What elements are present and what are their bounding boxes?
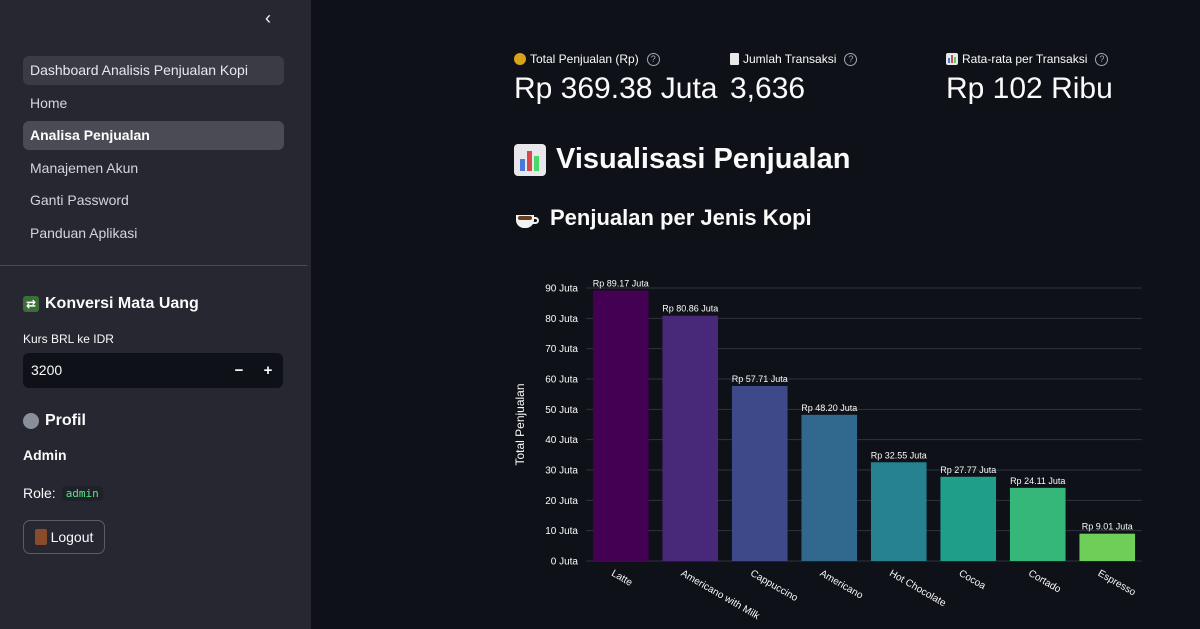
receipt-icon (730, 53, 739, 65)
metric-total-penjualan: Total Penjualan (Rp) ? Rp 369.38 Juta (514, 52, 717, 106)
bar-chart-icon (514, 143, 546, 176)
role-label: Role: (23, 485, 56, 501)
x-tick-label: Americano (818, 568, 865, 602)
sidebar-item-home[interactable]: Home (23, 89, 284, 118)
increment-button[interactable]: + (254, 353, 282, 388)
metric-value: Rp 369.38 Juta (514, 72, 718, 105)
metric-value: 3,636 (730, 72, 806, 105)
sidebar-nav: Dashboard Analisis Penjualan Kopi Home A… (23, 56, 284, 251)
metric-rata-rata: Rata-rata per Transaksi ? Rp 102 Ribu (946, 52, 1113, 106)
help-icon[interactable]: ? (646, 52, 660, 66)
bar-data-label: Rp 57.71 Juta (732, 374, 788, 384)
x-tick-label: Cortado (1026, 568, 1063, 596)
y-axis-title: Total Penjualan (513, 383, 527, 465)
y-tick-label: 50 Juta (545, 405, 578, 416)
money-bag-icon (514, 53, 526, 65)
collapse-sidebar-chevron-icon[interactable]: ‹ (258, 8, 278, 28)
bar-data-label: Rp 24.11 Juta (1010, 476, 1065, 486)
logout-button[interactable]: Logout (23, 520, 105, 554)
bar-data-label: Rp 27.77 Juta (940, 465, 996, 475)
chart-bar (592, 290, 649, 561)
help-icon[interactable]: ? (1095, 52, 1109, 66)
converter-heading: ⇄ Konversi Mata Uang (23, 295, 199, 313)
rate-input-value[interactable]: 3200 (31, 353, 62, 388)
chart-bar (1079, 533, 1136, 561)
x-tick-label: Latte (609, 568, 634, 589)
converter-title: Konversi Mata Uang (45, 295, 199, 312)
sidebar: ‹ Dashboard Analisis Penjualan Kopi Home… (0, 0, 311, 629)
y-tick-label: 60 Juta (545, 375, 578, 386)
role-value: admin (61, 485, 103, 501)
bar-data-label: Rp 80.86 Juta (662, 304, 718, 314)
profile-heading: Profil (23, 412, 86, 430)
y-tick-label: 30 Juta (545, 466, 578, 477)
x-tick-label: Espresso (1096, 568, 1138, 599)
subsection-title: Penjualan per Jenis Kopi (550, 205, 812, 230)
sidebar-item-manajemen-akun[interactable]: Manajemen Akun (23, 154, 284, 183)
y-tick-label: 0 Juta (551, 557, 579, 568)
section-heading: Visualisasi Penjualan (514, 143, 850, 176)
metric-label-row: Total Penjualan (Rp) ? (514, 52, 717, 66)
coffee-cup-icon (514, 207, 540, 229)
decrement-button[interactable]: − (225, 353, 253, 388)
sales-bar-chart: 0 Juta 10 Juta 20 Juta 30 Juta 40 Juta 50 Jut… (513, 279, 1142, 623)
metric-label: Jumlah Transaksi (743, 52, 837, 66)
rate-number-input: 3200 − + (23, 353, 283, 388)
chart-bar (870, 462, 927, 561)
sidebar-item-ganti-password[interactable]: Ganti Password (23, 186, 284, 215)
chart-bar (940, 476, 997, 561)
chart-bar (662, 315, 719, 561)
bar-data-label: Rp 9.01 Juta (1082, 522, 1133, 532)
y-tick-label: 20 Juta (545, 496, 578, 507)
y-tick-label: 90 Juta (545, 284, 578, 295)
y-tick-label: 40 Juta (545, 435, 578, 446)
metric-value: Rp 102 Ribu (946, 72, 1113, 105)
help-icon[interactable]: ? (844, 52, 858, 66)
y-tick-label: 70 Juta (545, 344, 578, 355)
x-tick-label: Hot Chocolate (887, 568, 948, 609)
sidebar-item-panduan-aplikasi[interactable]: Panduan Aplikasi (23, 219, 284, 248)
sidebar-item-dashboard[interactable]: Dashboard Analisis Penjualan Kopi (23, 56, 284, 85)
user-avatar-icon (23, 413, 39, 429)
sidebar-item-analisa-penjualan[interactable]: Analisa Penjualan (23, 121, 284, 150)
chart-bar (731, 385, 788, 561)
bar-chart-icon (946, 53, 958, 65)
currency-exchange-icon: ⇄ (23, 296, 39, 312)
rate-label: Kurs BRL ke IDR (23, 332, 114, 346)
subsection-heading: Penjualan per Jenis Kopi (514, 205, 812, 231)
door-icon (34, 529, 47, 545)
bar-data-label: Rp 48.20 Juta (801, 403, 857, 413)
role-line: Role: admin (23, 485, 103, 501)
sidebar-divider (0, 265, 307, 266)
y-tick-label: 10 Juta (545, 526, 578, 537)
profile-title: Profil (45, 412, 86, 429)
metric-label: Total Penjualan (Rp) (530, 52, 639, 66)
x-tick-label: Cappuccino (748, 568, 800, 604)
bar-data-label: Rp 32.55 Juta (871, 450, 927, 460)
y-tick-label: 80 Juta (545, 314, 578, 325)
metric-label: Rata-rata per Transaksi (962, 52, 1088, 66)
metric-label-row: Jumlah Transaksi ? (730, 52, 858, 66)
logout-label: Logout (50, 529, 94, 545)
chart-bar (1009, 487, 1066, 561)
metric-jumlah-transaksi: Jumlah Transaksi ? 3,636 (730, 52, 858, 106)
chart-bar (801, 414, 858, 561)
user-name: Admin (23, 447, 67, 463)
x-tick-label: Cocoa (957, 568, 988, 592)
metric-label-row: Rata-rata per Transaksi ? (946, 52, 1113, 66)
bar-data-label: Rp 89.17 Juta (593, 279, 649, 289)
section-title: Visualisasi Penjualan (556, 143, 851, 175)
